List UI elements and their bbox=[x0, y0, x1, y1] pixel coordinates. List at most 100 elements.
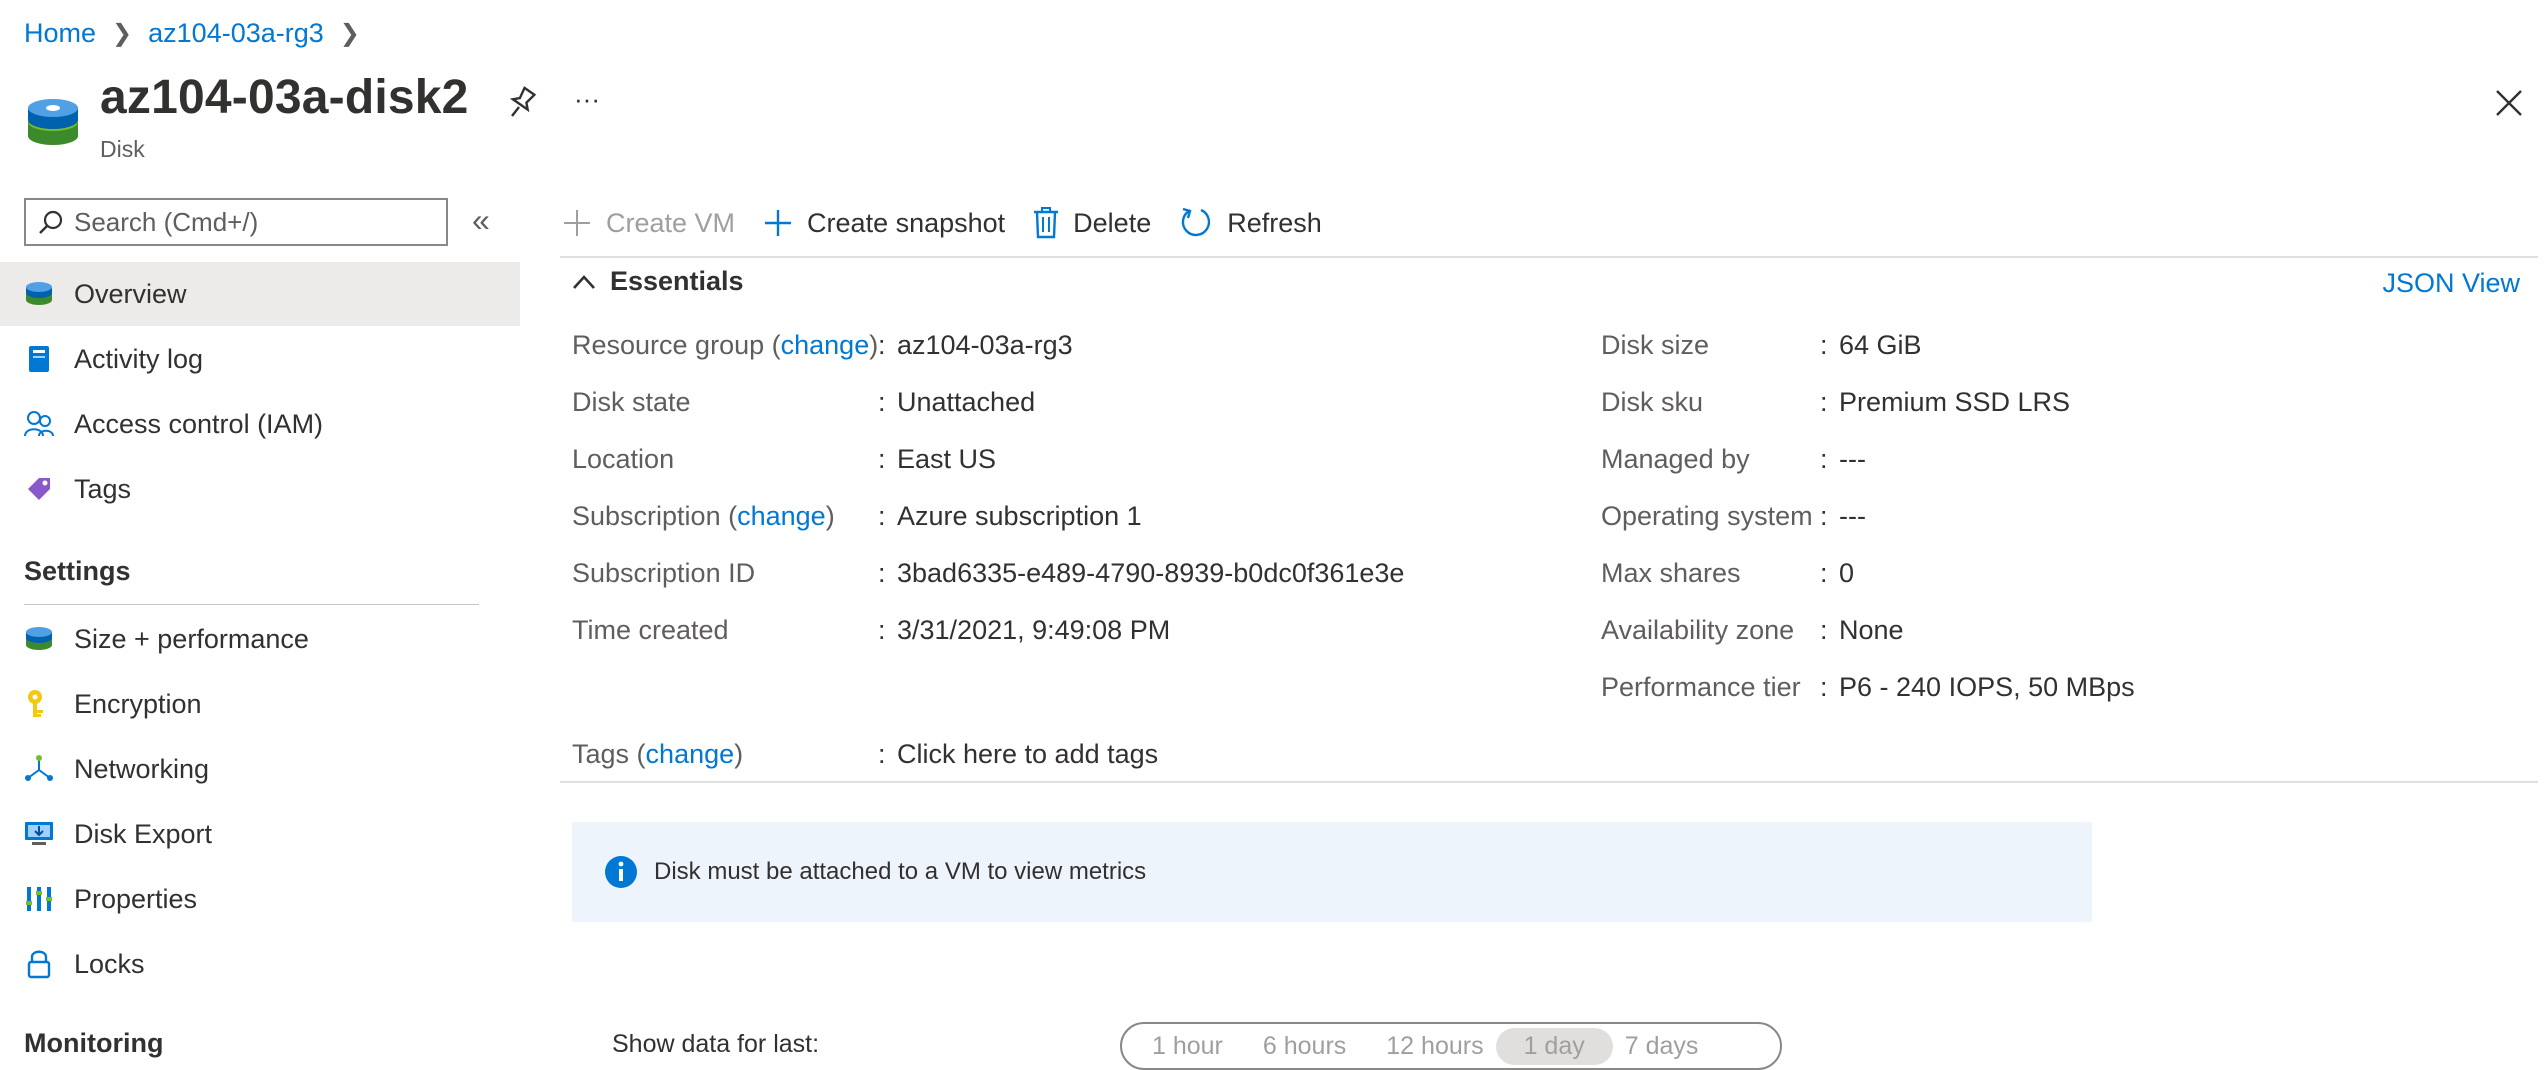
essentials-divider bbox=[560, 781, 2538, 783]
pin-icon[interactable] bbox=[506, 86, 538, 125]
range-12-hours[interactable]: 12 hours bbox=[1386, 1032, 1483, 1061]
properties-icon bbox=[24, 884, 54, 914]
iam-icon bbox=[24, 409, 54, 439]
nav-section-settings: Settings bbox=[24, 556, 131, 586]
colon: : bbox=[878, 444, 886, 474]
colon: : bbox=[1820, 615, 1828, 645]
nav-item-label: Size + performance bbox=[74, 623, 309, 654]
nav-item-label: Encryption bbox=[74, 688, 202, 719]
close-icon[interactable] bbox=[2494, 88, 2524, 123]
nav-item-networking[interactable]: Networking bbox=[0, 737, 520, 801]
trash-icon bbox=[1033, 207, 1059, 239]
info-banner-text: Disk must be attached to a VM to view me… bbox=[654, 858, 1147, 885]
essentials-toggle[interactable]: Essentials bbox=[572, 266, 744, 297]
colon: : bbox=[878, 739, 886, 769]
lock-icon bbox=[24, 949, 54, 979]
colon: : bbox=[878, 501, 886, 531]
tags-label-text: Tags bbox=[572, 739, 630, 769]
activity-log-icon bbox=[24, 344, 54, 374]
location-label: Location bbox=[572, 444, 675, 474]
breadcrumb-resource-group[interactable]: az104-03a-rg3 bbox=[148, 18, 324, 49]
plus-icon bbox=[763, 208, 793, 238]
nav-item-properties[interactable]: Properties bbox=[0, 867, 520, 931]
refresh-button[interactable]: Refresh bbox=[1179, 206, 1322, 240]
colon: : bbox=[878, 558, 886, 588]
colon: : bbox=[1820, 558, 1828, 588]
managed-by-label: Managed by bbox=[1601, 444, 1750, 474]
resource-group-label: Resource group (change) bbox=[572, 330, 879, 360]
disk-sku-value: Premium SSD LRS bbox=[1839, 387, 2071, 417]
nav-item-label: Locks bbox=[74, 948, 145, 979]
disk-size-label: Disk size bbox=[1601, 330, 1710, 360]
colon: : bbox=[1820, 672, 1828, 702]
disk-size-value: 64 GiB bbox=[1839, 330, 1922, 360]
range-6-hours[interactable]: 6 hours bbox=[1263, 1032, 1346, 1061]
delete-label: Delete bbox=[1073, 207, 1152, 238]
operating-system-label: Operating system bbox=[1601, 501, 1813, 531]
resource-group-label-text: Resource group bbox=[572, 330, 765, 360]
breadcrumb-home[interactable]: Home bbox=[24, 18, 96, 49]
collapse-menu-icon[interactable]: « bbox=[472, 202, 490, 239]
nav-item-activity-log[interactable]: Activity log bbox=[0, 327, 520, 391]
json-view-link[interactable]: JSON View bbox=[2382, 268, 2520, 299]
managed-by-value: --- bbox=[1839, 444, 1866, 474]
change-subscription-link[interactable]: change bbox=[737, 501, 826, 531]
nav-item-label: Activity log bbox=[74, 343, 204, 374]
nav-item-access-control[interactable]: Access control (IAM) bbox=[0, 392, 520, 456]
performance-tier-value: P6 - 240 IOPS, 50 MBps bbox=[1839, 672, 2135, 702]
operating-system-value: --- bbox=[1839, 501, 1866, 531]
plus-icon bbox=[562, 208, 592, 238]
resource-group-value[interactable]: az104-03a-rg3 bbox=[897, 330, 1073, 361]
disk-sku-label: Disk sku bbox=[1601, 387, 1704, 417]
add-tags-link[interactable]: Click here to add tags bbox=[897, 739, 1158, 770]
nav-divider bbox=[24, 604, 479, 605]
more-options-icon[interactable]: ··· bbox=[574, 84, 600, 115]
chevron-right-icon: ❯ bbox=[339, 20, 360, 47]
nav-item-tags[interactable]: Tags bbox=[0, 457, 520, 521]
key-icon bbox=[24, 689, 54, 719]
chevron-right-icon: ❯ bbox=[112, 20, 133, 47]
disk-state-value: Unattached bbox=[897, 387, 1036, 417]
colon: : bbox=[878, 615, 886, 645]
subscription-value[interactable]: Azure subscription 1 bbox=[897, 501, 1142, 532]
colon: : bbox=[1820, 387, 1828, 417]
disk-icon bbox=[24, 279, 54, 309]
time-created-value: 3/31/2021, 9:49:08 PM bbox=[897, 615, 1171, 645]
availability-zone-label: Availability zone bbox=[1601, 615, 1795, 645]
nav-item-encryption[interactable]: Encryption bbox=[0, 672, 520, 736]
search-placeholder: Search (Cmd+/) bbox=[74, 206, 259, 237]
nav-item-disk-export[interactable]: Disk Export bbox=[0, 802, 520, 866]
create-snapshot-label: Create snapshot bbox=[807, 207, 1006, 238]
colon: : bbox=[1820, 444, 1828, 474]
disk-resource-icon bbox=[26, 96, 80, 153]
nav-item-label: Networking bbox=[74, 753, 210, 784]
search-input[interactable]: Search (Cmd+/) bbox=[24, 198, 448, 246]
range-1-day[interactable]: 1 day bbox=[1495, 1027, 1613, 1065]
colon: : bbox=[878, 387, 886, 417]
change-resource-group-link[interactable]: change bbox=[781, 330, 870, 360]
info-banner: Disk must be attached to a VM to view me… bbox=[572, 822, 2092, 922]
chevron-up-icon bbox=[572, 274, 596, 290]
info-icon bbox=[604, 855, 638, 889]
refresh-label: Refresh bbox=[1227, 207, 1322, 238]
page-title: az104-03a-disk2 bbox=[100, 71, 469, 124]
delete-button[interactable]: Delete bbox=[1033, 207, 1151, 239]
breadcrumb: Home ❯ az104-03a-rg3 ❯ bbox=[24, 18, 376, 49]
tags-label: Tags (change) bbox=[572, 739, 744, 769]
subscription-label-text: Subscription bbox=[572, 501, 721, 531]
disk-state-label: Disk state bbox=[572, 387, 691, 417]
change-tags-link[interactable]: change bbox=[646, 739, 735, 769]
create-snapshot-button[interactable]: Create snapshot bbox=[763, 208, 1005, 239]
create-vm-button[interactable]: Create VM bbox=[562, 208, 735, 239]
range-1-hour[interactable]: 1 hour bbox=[1152, 1032, 1223, 1061]
refresh-icon bbox=[1179, 206, 1213, 240]
performance-tier-label: Performance tier bbox=[1601, 672, 1801, 702]
nav-item-label: Disk Export bbox=[74, 818, 213, 849]
colon: : bbox=[1820, 501, 1828, 531]
nav-item-overview[interactable]: Overview bbox=[0, 262, 520, 326]
nav-item-locks[interactable]: Locks bbox=[0, 932, 520, 996]
nav-item-size-performance[interactable]: Size + performance bbox=[0, 607, 520, 671]
range-7-days[interactable]: 7 days bbox=[1625, 1032, 1699, 1061]
network-icon bbox=[24, 754, 54, 784]
nav-item-label: Tags bbox=[74, 473, 132, 504]
